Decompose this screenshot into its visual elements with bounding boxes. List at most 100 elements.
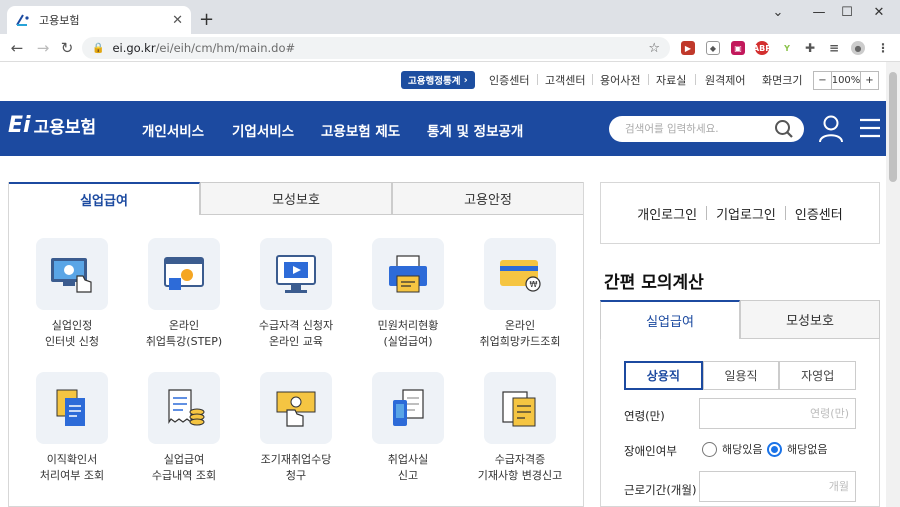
service-label: 취업희망카드조회 bbox=[479, 335, 561, 348]
hamburger-menu-icon[interactable] bbox=[859, 118, 881, 138]
service-item-separation-check[interactable]: 이직확인서 처리여부 조회 bbox=[17, 372, 127, 484]
service-item-online-lecture[interactable]: 온라인 취업특강(STEP) bbox=[129, 238, 239, 350]
service-item-complaint-status[interactable]: 민원처리현황 (실업급여) bbox=[353, 238, 463, 350]
service-item-certificate-change[interactable]: 수급자격증 기재사항 변경신고 bbox=[465, 372, 575, 484]
tab-title: 고용보험 bbox=[39, 14, 80, 27]
disability-yes-radio[interactable]: 해당있음 bbox=[702, 441, 762, 457]
extensions-puzzle-icon[interactable]: ✚ bbox=[803, 41, 817, 55]
menu-personal-services[interactable]: 개인서비스 bbox=[142, 120, 204, 140]
menu-stats-disclosure[interactable]: 통계 및 정보공개 bbox=[427, 120, 523, 140]
url-text: ei.go.kr/ei/eih/cm/hm/main.do# bbox=[112, 41, 296, 55]
service-label: 수급내역 조회 bbox=[151, 469, 217, 482]
util-link-resources[interactable]: 자료실 bbox=[656, 72, 686, 88]
browser-tab[interactable]: 고용보험 ✕ bbox=[7, 6, 191, 34]
calc-tab-maternity[interactable]: 모성보호 bbox=[740, 300, 880, 339]
site-logo[interactable]: Ei 고용보험 bbox=[8, 113, 96, 138]
extension-tag-icon[interactable]: ◆ bbox=[706, 41, 720, 55]
age-label: 연령(만) bbox=[624, 409, 665, 423]
service-label: 실업급여 bbox=[163, 453, 205, 466]
profile-avatar-icon[interactable]: ● bbox=[851, 41, 865, 55]
service-label: 온라인 교육 bbox=[268, 335, 324, 348]
page-content: 고용행정통계 › 인증센터 고객센터 용어사전 자료실 원격제어 화면크기 − … bbox=[0, 62, 886, 507]
zoom-in-button[interactable]: + bbox=[861, 72, 878, 89]
divider bbox=[706, 206, 708, 220]
service-label: 실업인정 bbox=[51, 319, 93, 332]
service-item-hope-card[interactable]: ₩ 온라인 취업희망카드조회 bbox=[465, 238, 575, 350]
service-label: 수급자격증 bbox=[494, 453, 546, 466]
admin-stats-button[interactable]: 고용행정통계 › bbox=[401, 71, 475, 89]
calculator-tabs: 실업급여 모성보호 bbox=[600, 300, 880, 339]
menu-corporate-services[interactable]: 기업서비스 bbox=[232, 120, 294, 140]
maximize-icon[interactable]: ☐ bbox=[837, 5, 857, 20]
service-label: 신고 bbox=[397, 469, 419, 482]
util-link-glossary[interactable]: 용어사전 bbox=[600, 72, 640, 88]
browser-tabstrip: 고용보험 ✕ + ⌄ — ☐ ✕ bbox=[0, 0, 900, 34]
browser-menu-icon[interactable]: ⋮ bbox=[876, 41, 890, 55]
zoom-value: 100% bbox=[831, 72, 861, 89]
receipt-coins-icon bbox=[148, 372, 220, 444]
divider bbox=[537, 74, 538, 85]
user-icon[interactable] bbox=[818, 115, 844, 143]
service-label: 민원처리현황 bbox=[377, 319, 439, 332]
extension-y-icon[interactable]: Y bbox=[780, 41, 794, 55]
calculator-title: 간편 모의계산 bbox=[604, 273, 704, 293]
tab-close-icon[interactable]: ✕ bbox=[172, 13, 183, 28]
search-input[interactable] bbox=[625, 123, 774, 135]
age-input[interactable] bbox=[699, 398, 856, 429]
divider bbox=[648, 74, 649, 85]
document-check-icon bbox=[36, 372, 108, 444]
zoom-out-button[interactable]: − bbox=[814, 72, 831, 89]
service-item-employment-report[interactable]: 취업사실신고 bbox=[353, 372, 463, 484]
util-link-cert[interactable]: 인증센터 bbox=[489, 72, 529, 88]
service-label: 인터넷 신청 bbox=[44, 335, 100, 348]
back-icon[interactable]: ← bbox=[8, 39, 26, 57]
adblock-icon[interactable]: ABP bbox=[753, 41, 771, 55]
scrollbar-thumb[interactable] bbox=[889, 72, 897, 182]
hope-card-icon: ₩ bbox=[484, 238, 556, 310]
service-label: 취업사실 bbox=[387, 453, 429, 466]
reload-icon[interactable]: ↻ bbox=[58, 39, 76, 57]
lock-icon[interactable]: 🔒 bbox=[92, 43, 104, 54]
close-window-icon[interactable]: ✕ bbox=[869, 5, 889, 20]
search-box bbox=[609, 116, 804, 142]
logo-text: 고용보험 bbox=[33, 118, 97, 138]
type-daily-button[interactable]: 일용직 bbox=[702, 361, 780, 390]
bookmark-star-icon[interactable]: ☆ bbox=[648, 41, 660, 56]
service-label: 청구 bbox=[285, 469, 307, 482]
extension-cast-icon[interactable]: ▣ bbox=[731, 41, 745, 55]
calc-tab-unemployment[interactable]: 실업급여 bbox=[600, 300, 740, 339]
search-icon[interactable] bbox=[774, 119, 794, 139]
forward-icon[interactable]: → bbox=[34, 39, 52, 57]
employment-type-selector: 상용직 일용직 자영업 bbox=[624, 361, 857, 390]
util-link-remote[interactable]: 원격제어 bbox=[705, 72, 745, 88]
page-scrollbar[interactable] bbox=[886, 62, 900, 507]
period-input[interactable] bbox=[699, 471, 856, 502]
corporate-login-link[interactable]: 기업로그인 bbox=[716, 204, 776, 223]
address-bar[interactable]: 🔒 ei.go.kr/ei/eih/cm/hm/main.do# ☆ bbox=[82, 37, 670, 59]
new-tab-icon[interactable]: + bbox=[199, 9, 214, 30]
radio-label: 해당있음 bbox=[722, 443, 763, 456]
menu-insurance-system[interactable]: 고용보험 제도 bbox=[321, 120, 400, 140]
disability-no-radio[interactable]: 해당없음 bbox=[767, 441, 827, 457]
divider bbox=[695, 74, 696, 85]
service-item-unemployment-recognition[interactable]: 실업인정인터넷 신청 bbox=[17, 238, 127, 350]
browser-toolbar: ← → ↻ 🔒 ei.go.kr/ei/eih/cm/hm/main.do# ☆… bbox=[0, 34, 900, 62]
radio-circle[interactable] bbox=[702, 441, 717, 457]
service-item-early-reemployment[interactable]: 조기재취업수당 청구 bbox=[241, 372, 351, 484]
type-regular-button[interactable]: 상용직 bbox=[624, 361, 703, 390]
service-item-online-education[interactable]: 수급자격 신청자 온라인 교육 bbox=[241, 238, 351, 350]
util-link-support[interactable]: 고객센터 bbox=[545, 72, 585, 88]
cert-center-link[interactable]: 인증센터 bbox=[795, 204, 843, 223]
reading-list-icon[interactable]: ≡ bbox=[827, 41, 841, 55]
chevron-down-icon[interactable]: ⌄ bbox=[768, 5, 788, 20]
service-item-benefit-history[interactable]: 실업급여수급내역 조회 bbox=[129, 372, 239, 484]
certificate-edit-icon bbox=[484, 372, 556, 444]
minimize-icon[interactable]: — bbox=[809, 5, 829, 20]
type-self-employed-button[interactable]: 자영업 bbox=[779, 361, 857, 390]
radio-circle-selected[interactable] bbox=[767, 441, 782, 457]
logo-mark: Ei bbox=[8, 113, 31, 138]
radio-label: 해당없음 bbox=[787, 443, 828, 456]
video-education-icon bbox=[260, 238, 332, 310]
extension-record-icon[interactable]: ▶ bbox=[681, 41, 695, 55]
personal-login-link[interactable]: 개인로그인 bbox=[637, 204, 697, 223]
